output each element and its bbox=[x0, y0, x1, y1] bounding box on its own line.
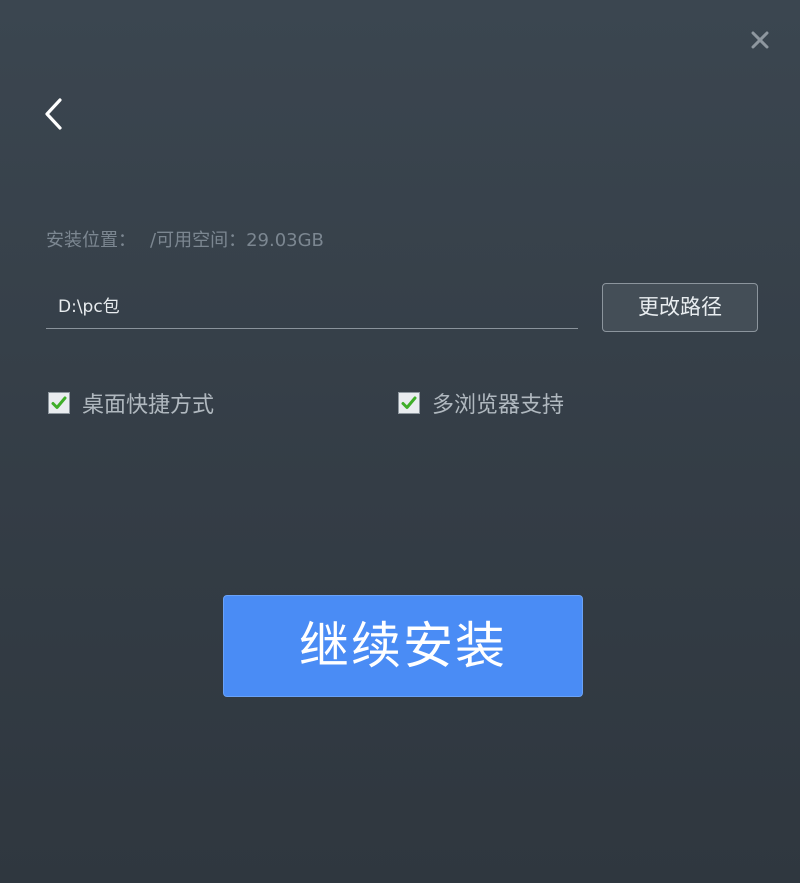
checkmark-icon bbox=[51, 396, 67, 409]
close-button[interactable] bbox=[744, 24, 776, 56]
continue-install-button[interactable]: 继续安装 bbox=[223, 595, 583, 697]
chevron-left-icon bbox=[45, 98, 62, 130]
install-location-info: 安装位置： /可用空间：29.03GB bbox=[46, 228, 324, 254]
install-location-label: 安装位置： bbox=[46, 230, 136, 251]
multi-browser-label: 多浏览器支持 bbox=[432, 393, 565, 418]
desktop-shortcut-checkbox[interactable] bbox=[48, 392, 70, 414]
install-path-field bbox=[46, 283, 578, 329]
checkmark-icon bbox=[401, 396, 417, 409]
installer-window: 安装位置： /可用空间：29.03GB 更改路径 桌面快捷方式 多浏览器支持 继续… bbox=[0, 0, 800, 883]
close-icon bbox=[751, 31, 769, 49]
back-button[interactable] bbox=[36, 92, 72, 136]
multi-browser-checkbox[interactable] bbox=[398, 392, 420, 414]
free-space-text: /可用空间：29.03GB bbox=[150, 230, 324, 251]
install-path-input[interactable] bbox=[58, 289, 558, 319]
desktop-shortcut-label: 桌面快捷方式 bbox=[82, 393, 215, 418]
desktop-shortcut-option[interactable]: 桌面快捷方式 bbox=[48, 388, 214, 418]
multi-browser-option[interactable]: 多浏览器支持 bbox=[398, 388, 564, 418]
change-path-button[interactable]: 更改路径 bbox=[602, 283, 758, 332]
